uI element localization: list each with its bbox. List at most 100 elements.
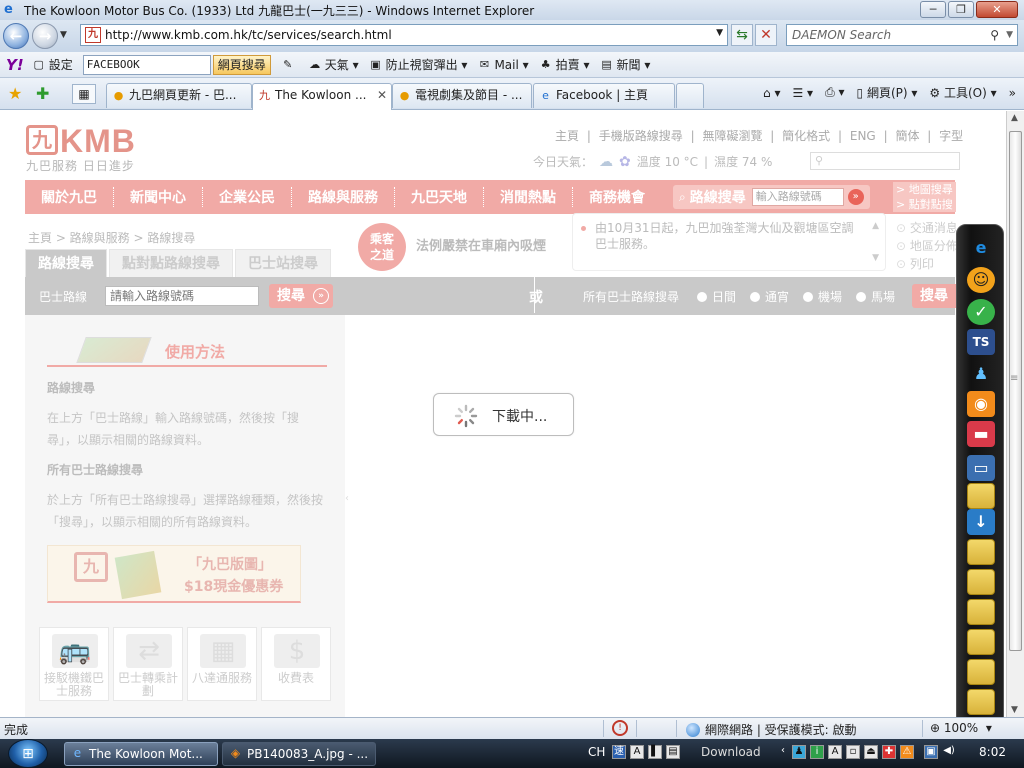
radio-overnight[interactable]: 通宵 [750,288,789,305]
taskbar-item-ie[interactable]: e The Kowloon Mot... [64,742,218,766]
bus-route-input[interactable]: 請輸入路線號碼 [105,286,259,306]
eye-icon[interactable]: ◉ [967,391,995,417]
search-dropdown-icon[interactable]: ▼ [1006,25,1013,45]
folder-icon[interactable] [967,483,995,509]
page-menu[interactable]: ▯ 網頁(P) ▾ [857,84,918,101]
top-link-font-size[interactable]: 字型 [939,129,963,143]
forward-button[interactable]: → [32,23,58,49]
quick-link-interchange[interactable]: ⇄ 巴士轉乘計劃 [113,627,183,701]
quick-link-fares[interactable]: $ 收費表 [261,627,331,701]
folder-icon[interactable] [967,569,995,595]
route-search-button[interactable]: 搜尋 » [269,284,333,308]
mail-button[interactable]: ✉ Mail ▾ [477,58,529,72]
refresh-button[interactable]: ⇆ [731,24,753,46]
punctuation-icon[interactable]: ▌ [648,745,662,759]
home-icon[interactable]: ⌂ ▾ [763,86,780,100]
top-link-eng[interactable]: ENG [850,129,876,143]
history-dropdown-icon[interactable]: ▼ [60,30,67,40]
messenger-icon[interactable]: ☺ [967,267,995,293]
zoom-control[interactable]: ⊕ 100% ▾ [930,721,992,735]
top-link-mobile[interactable]: 手機版路線搜尋 [599,129,683,143]
print-link[interactable]: 列印 [896,255,958,273]
nav-corporate[interactable]: 企業公民 [203,187,292,207]
weather-button[interactable]: ☁ 天氣 ▾ [308,56,358,73]
coupon-promo-banner[interactable]: 九 「九巴版圖」 $18現金優惠券 [47,545,301,603]
volume-icon[interactable]: ◀) [942,745,956,759]
quick-link-octopus[interactable]: ▦ 八達通服務 [187,627,257,701]
news-item[interactable]: 由10月31日起，九巴加強荃灣大仙及觀塘區空調巴士服務。 [595,221,854,251]
quick-tabs-button[interactable]: ▦ [72,84,96,104]
kmb-logo[interactable]: 九 KMB 九巴服務 日日進步 [26,125,136,173]
tray-chevron-icon[interactable]: ‹ [776,745,790,759]
scroll-down-icon[interactable]: ▼ [872,250,879,266]
scroll-up-arrow-icon[interactable]: ▲ [1011,113,1018,123]
nav-routes-services[interactable]: 路線與服務 [292,187,395,207]
nav-news[interactable]: 新聞中心 [114,187,203,207]
clock[interactable]: 8:02 [979,745,1006,759]
favorites-star-icon[interactable]: ★ [8,84,22,103]
district-link[interactable]: 地區分佈 [896,237,958,255]
scrollbar-thumb[interactable] [1009,131,1022,651]
start-button[interactable]: ⊞ [8,739,48,768]
stop-button[interactable]: ✕ [755,24,777,46]
antivirus-icon[interactable]: ✚ [882,745,896,759]
map-search-link[interactable]: > 地圖搜尋 [896,182,953,197]
radio-day[interactable]: 日間 [697,288,736,305]
tab-tv-drama[interactable]: ● 電視劇集及節目 - ... [392,83,532,108]
radio-airport[interactable]: 機場 [803,288,842,305]
close-button[interactable]: ✕ [976,1,1018,18]
network-icon[interactable]: ▣ [924,745,938,759]
network-users-icon[interactable]: ♟ [792,745,806,759]
ts-app-icon[interactable]: TS [967,329,995,355]
quick-link-airport-bus[interactable]: 🚌 接駁機鐵巴士服務 [39,627,109,701]
ie-dock-icon[interactable]: e [967,235,995,261]
point-search-link[interactable]: > 點對點搜 [896,197,953,212]
download-icon[interactable]: ↓ [967,509,995,535]
info-icon[interactable]: i [810,745,824,759]
usb-icon[interactable]: ⏏ [864,745,878,759]
language-indicator[interactable]: CH [588,745,605,759]
popup-blocker-button[interactable]: ▣ 防止視窗彈出 ▾ [369,56,467,73]
scroll-up-icon[interactable]: ▲ [872,218,879,234]
tools-menu[interactable]: ⚙ 工具(O) ▾ [929,84,996,101]
nav-route-input[interactable]: 輸入路線號碼 [751,188,844,206]
yahoo-search-button[interactable]: 網頁搜尋 [212,54,271,75]
back-button[interactable]: ← [3,23,29,49]
auction-button[interactable]: ♣ 拍賣 ▾ [539,56,590,73]
keyboard-icon[interactable]: ▤ [666,745,680,759]
site-search-input[interactable]: ⚲ [810,152,960,170]
top-link-home[interactable]: 主頁 [555,129,579,143]
tab-route-search[interactable]: 路線搜尋 [25,249,107,277]
tab-bus-stop[interactable]: 巴士站搜尋 [235,249,331,277]
app-tray-icon[interactable]: ▫ [846,745,860,759]
check-icon[interactable]: ✓ [967,299,995,325]
taskbar-item-image[interactable]: ◈ PB140083_A.jpg - ... [222,742,376,766]
minimize-button[interactable]: ─ [920,1,946,18]
traffic-news-link[interactable]: 交通消息 [896,219,958,237]
address-dropdown-icon[interactable]: ▼ [716,28,723,38]
nav-about[interactable]: 關於九巴 [25,187,114,207]
users-icon[interactable]: ♟ [967,361,995,387]
computer-icon[interactable]: ▭ [967,455,995,481]
folder-icon[interactable] [967,689,995,715]
collapse-chevron-icon[interactable]: ‹ [345,493,349,504]
vertical-scrollbar[interactable]: ▲ ≡ ▼ [1006,111,1024,717]
search-icon[interactable]: ⚲ [990,25,999,45]
browser-search-input[interactable]: DAEMON Search ⚲ ▼ [786,24,1018,46]
yahoo-settings-button[interactable]: ▢ 設定 [32,56,73,73]
nav-business[interactable]: 商務機會 [573,187,661,207]
url-text[interactable]: http://www.kmb.com.hk/tc/services/search… [105,28,392,42]
font-icon[interactable]: A [828,745,842,759]
yahoo-logo[interactable]: Y! [6,56,24,74]
tab-kmb-update[interactable]: ● 九巴網頁更新 - 巴... [106,83,252,108]
warning-icon[interactable]: ⚠ [900,745,914,759]
restore-button[interactable]: ❐ [948,1,974,18]
overflow-chevron-icon[interactable]: » [1009,86,1016,100]
folder-icon[interactable] [967,659,995,685]
radio-racecourse[interactable]: 馬場 [856,288,895,305]
address-bar[interactable]: 九 http://www.kmb.com.hk/tc/services/sear… [80,24,728,46]
close-tab-icon[interactable]: ✕ [377,84,387,107]
top-link-text-only[interactable]: 簡化格式 [782,129,830,143]
tab-kowloon-motor-bus[interactable]: 九 The Kowloon ... ✕ [252,83,392,110]
scroll-down-arrow-icon[interactable]: ▼ [1011,705,1018,715]
